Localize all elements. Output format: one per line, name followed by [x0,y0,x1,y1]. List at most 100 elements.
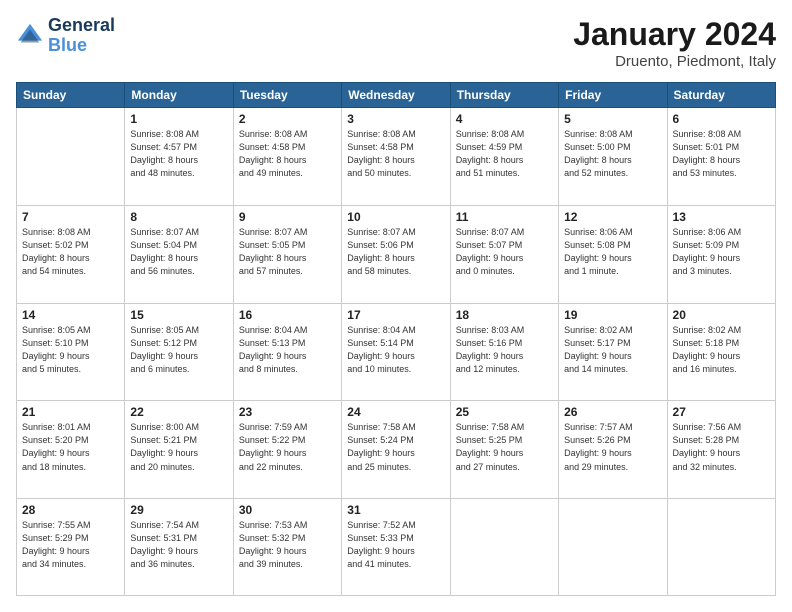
cell-info: Sunrise: 8:07 AMSunset: 5:04 PMDaylight:… [130,226,227,278]
cell-info: Sunrise: 8:08 AMSunset: 4:57 PMDaylight:… [130,128,227,180]
day-number: 9 [239,210,336,224]
calendar-cell: 21 Sunrise: 8:01 AMSunset: 5:20 PMDayligh… [17,401,125,499]
cell-info: Sunrise: 8:05 AMSunset: 5:10 PMDaylight:… [22,324,119,376]
calendar-week-row: 14 Sunrise: 8:05 AMSunset: 5:10 PMDayligh… [17,303,776,401]
cell-info: Sunrise: 8:04 AMSunset: 5:14 PMDaylight:… [347,324,444,376]
calendar-cell: 26 Sunrise: 7:57 AMSunset: 5:26 PMDayligh… [559,401,667,499]
day-number: 1 [130,112,227,126]
day-number: 19 [564,308,661,322]
month-title: January 2024 [573,16,776,53]
day-number: 2 [239,112,336,126]
cell-info: Sunrise: 8:05 AMSunset: 5:12 PMDaylight:… [130,324,227,376]
cell-info: Sunrise: 8:01 AMSunset: 5:20 PMDaylight:… [22,421,119,473]
calendar-cell: 1 Sunrise: 8:08 AMSunset: 4:57 PMDaylight… [125,108,233,206]
day-number: 3 [347,112,444,126]
cell-info: Sunrise: 8:08 AMSunset: 5:01 PMDaylight:… [673,128,770,180]
cell-info: Sunrise: 7:59 AMSunset: 5:22 PMDaylight:… [239,421,336,473]
cell-info: Sunrise: 8:02 AMSunset: 5:18 PMDaylight:… [673,324,770,376]
calendar-cell: 12Sunrise: 8:06 AMSunset: 5:08 PMDayligh… [559,205,667,303]
day-number: 13 [673,210,770,224]
day-number: 25 [456,405,553,419]
calendar-cell: 28 Sunrise: 7:55 AMSunset: 5:29 PMDayligh… [17,499,125,596]
calendar-week-row: 28 Sunrise: 7:55 AMSunset: 5:29 PMDayligh… [17,499,776,596]
cell-info: Sunrise: 8:06 AMSunset: 5:08 PMDaylight:… [564,226,661,278]
day-number: 7 [22,210,119,224]
day-number: 28 [22,503,119,517]
day-number: 10 [347,210,444,224]
calendar-header-friday: Friday [559,83,667,108]
calendar-cell: 4Sunrise: 8:08 AMSunset: 4:59 PMDaylight… [450,108,558,206]
calendar-cell [450,499,558,596]
day-number: 14 [22,308,119,322]
day-number: 23 [239,405,336,419]
day-number: 26 [564,405,661,419]
logo: General Blue [16,16,115,56]
calendar-cell: 19 Sunrise: 8:02 AMSunset: 5:17 PMDayligh… [559,303,667,401]
calendar-cell [667,499,775,596]
day-number: 18 [456,308,553,322]
calendar-cell: 16Sunrise: 8:04 AMSunset: 5:13 PMDayligh… [233,303,341,401]
cell-info: Sunrise: 8:08 AMSunset: 5:00 PMDaylight:… [564,128,661,180]
cell-info: Sunrise: 8:07 AMSunset: 5:05 PMDaylight:… [239,226,336,278]
cell-info: Sunrise: 8:07 AMSunset: 5:07 PMDaylight:… [456,226,553,278]
calendar-header-saturday: Saturday [667,83,775,108]
cell-info: Sunrise: 7:58 AMSunset: 5:24 PMDaylight:… [347,421,444,473]
title-section: January 2024 Druento, Piedmont, Italy [573,16,776,70]
calendar-cell: 27 Sunrise: 7:56 AMSunset: 5:28 PMDayligh… [667,401,775,499]
calendar-cell [559,499,667,596]
calendar-cell: 5 Sunrise: 8:08 AMSunset: 5:00 PMDaylight… [559,108,667,206]
calendar-cell: 18 Sunrise: 8:03 AMSunset: 5:16 PMDayligh… [450,303,558,401]
calendar-cell: 15 Sunrise: 8:05 AMSunset: 5:12 PMDayligh… [125,303,233,401]
cell-info: Sunrise: 7:52 AMSunset: 5:33 PMDaylight:… [347,519,444,571]
calendar-cell: 3 Sunrise: 8:08 AMSunset: 4:58 PMDaylight… [342,108,450,206]
cell-info: Sunrise: 7:56 AMSunset: 5:28 PMDaylight:… [673,421,770,473]
calendar-cell: 17 Sunrise: 8:04 AMSunset: 5:14 PMDayligh… [342,303,450,401]
calendar-header-thursday: Thursday [450,83,558,108]
day-number: 20 [673,308,770,322]
calendar-week-row: 21 Sunrise: 8:01 AMSunset: 5:20 PMDayligh… [17,401,776,499]
cell-info: Sunrise: 8:08 AMSunset: 4:58 PMDaylight:… [347,128,444,180]
day-number: 5 [564,112,661,126]
calendar-cell: 9 Sunrise: 8:07 AMSunset: 5:05 PMDaylight… [233,205,341,303]
logo-text: General Blue [48,16,115,56]
day-number: 24 [347,405,444,419]
calendar-cell: 30Sunrise: 7:53 AMSunset: 5:32 PMDayligh… [233,499,341,596]
day-number: 15 [130,308,227,322]
day-number: 22 [130,405,227,419]
calendar-cell: 23 Sunrise: 7:59 AMSunset: 5:22 PMDayligh… [233,401,341,499]
calendar-cell: 22 Sunrise: 8:00 AMSunset: 5:21 PMDayligh… [125,401,233,499]
cell-info: Sunrise: 8:03 AMSunset: 5:16 PMDaylight:… [456,324,553,376]
calendar-cell: 6Sunrise: 8:08 AMSunset: 5:01 PMDaylight… [667,108,775,206]
location: Druento, Piedmont, Italy [573,53,776,70]
day-number: 8 [130,210,227,224]
calendar-cell: 10Sunrise: 8:07 AMSunset: 5:06 PMDayligh… [342,205,450,303]
calendar-header-row: SundayMondayTuesdayWednesdayThursdayFrid… [17,83,776,108]
calendar-cell: 25Sunrise: 7:58 AMSunset: 5:25 PMDayligh… [450,401,558,499]
calendar-cell: 31 Sunrise: 7:52 AMSunset: 5:33 PMDayligh… [342,499,450,596]
cell-info: Sunrise: 8:02 AMSunset: 5:17 PMDaylight:… [564,324,661,376]
calendar-header-tuesday: Tuesday [233,83,341,108]
cell-info: Sunrise: 8:06 AMSunset: 5:09 PMDaylight:… [673,226,770,278]
calendar-cell: 14 Sunrise: 8:05 AMSunset: 5:10 PMDayligh… [17,303,125,401]
logo-icon [16,22,44,50]
calendar-header-sunday: Sunday [17,83,125,108]
calendar-week-row: 7 Sunrise: 8:08 AMSunset: 5:02 PMDaylight… [17,205,776,303]
day-number: 21 [22,405,119,419]
calendar-cell: 24 Sunrise: 7:58 AMSunset: 5:24 PMDayligh… [342,401,450,499]
day-number: 31 [347,503,444,517]
calendar-cell: 11Sunrise: 8:07 AMSunset: 5:07 PMDayligh… [450,205,558,303]
cell-info: Sunrise: 7:57 AMSunset: 5:26 PMDaylight:… [564,421,661,473]
page: General Blue January 2024 Druento, Piedm… [0,0,792,612]
day-number: 27 [673,405,770,419]
cell-info: Sunrise: 8:08 AMSunset: 5:02 PMDaylight:… [22,226,119,278]
day-number: 4 [456,112,553,126]
cell-info: Sunrise: 8:00 AMSunset: 5:21 PMDaylight:… [130,421,227,473]
calendar-cell: 2Sunrise: 8:08 AMSunset: 4:58 PMDaylight… [233,108,341,206]
day-number: 29 [130,503,227,517]
header: General Blue January 2024 Druento, Piedm… [16,16,776,70]
calendar-table: SundayMondayTuesdayWednesdayThursdayFrid… [16,82,776,596]
calendar-cell: 13 Sunrise: 8:06 AMSunset: 5:09 PMDayligh… [667,205,775,303]
day-number: 17 [347,308,444,322]
cell-info: Sunrise: 7:55 AMSunset: 5:29 PMDaylight:… [22,519,119,571]
calendar-cell: 7 Sunrise: 8:08 AMSunset: 5:02 PMDaylight… [17,205,125,303]
